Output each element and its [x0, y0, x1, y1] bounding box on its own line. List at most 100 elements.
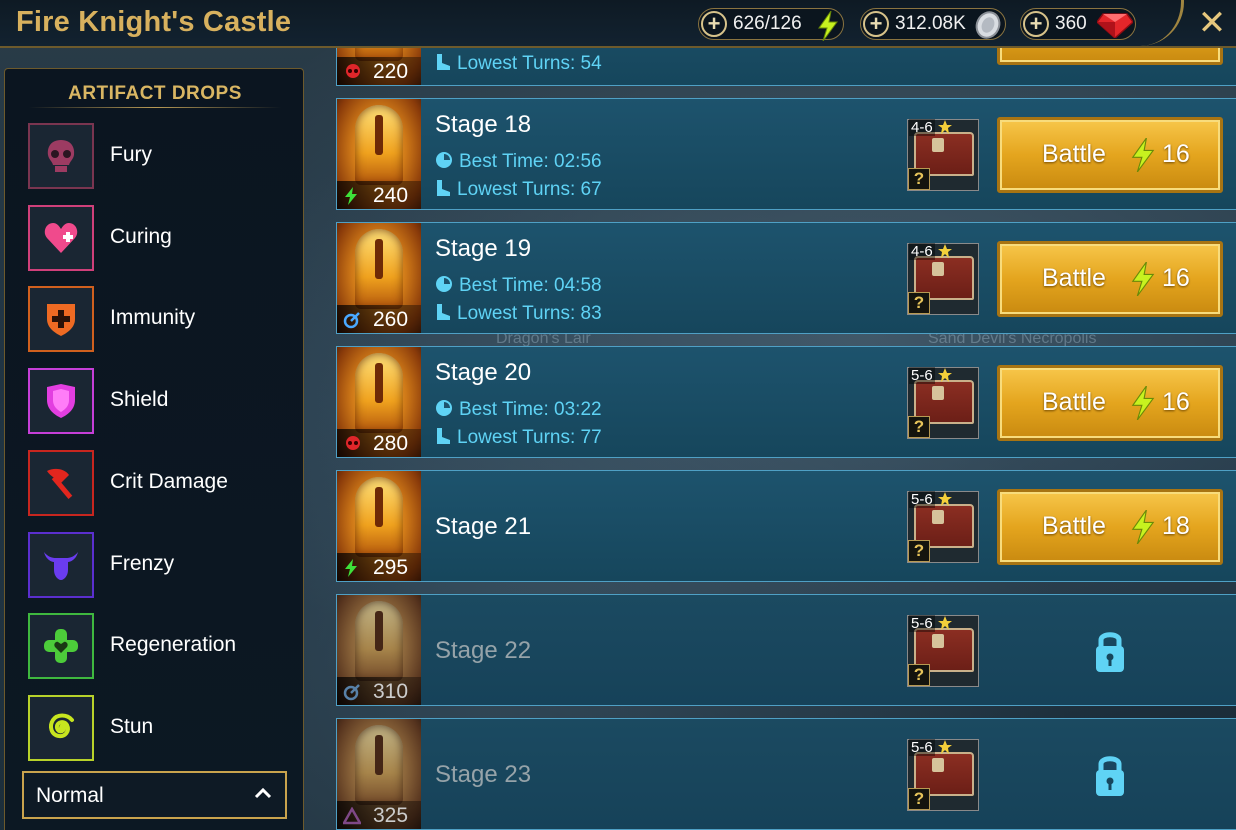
stage-name: Stage 19: [435, 235, 532, 262]
boot-icon: [437, 54, 450, 70]
battle-label: Battle: [1042, 512, 1106, 540]
boss-level: 220: [373, 60, 409, 83]
boss-portrait: 295: [337, 471, 421, 581]
lowest-turns: Lowest Turns: 54: [435, 53, 602, 75]
reward-chest[interactable]: 4-6 ?: [907, 243, 979, 315]
drop-item-crit-damage[interactable]: Crit Damage: [28, 450, 294, 516]
battle-button[interactable]: Battle 16: [997, 365, 1223, 441]
bull-icon: [44, 552, 78, 580]
reward-chest[interactable]: 5-6 ?: [907, 739, 979, 811]
stage-row-22: 310 Stage 22 5-6 ?: [336, 594, 1236, 706]
lowest-turns-text: Lowest Turns: 77: [457, 427, 602, 448]
battle-button[interactable]: Battle 18: [997, 489, 1223, 565]
reward-chest[interactable]: 5-6 ?: [907, 367, 979, 439]
boss-level-badge: 295: [337, 553, 421, 581]
drop-label-frenzy: Frenzy: [110, 552, 175, 575]
immunity-set-box: [28, 286, 94, 352]
energy-counter[interactable]: + 626/126: [698, 8, 844, 41]
star-icon: [938, 368, 952, 382]
reward-chest[interactable]: 5-6 ?: [907, 615, 979, 687]
question-mark-icon: ?: [908, 540, 930, 562]
stun-set-box: [28, 695, 94, 761]
boss-portrait: 260: [337, 223, 421, 333]
add-gems-button[interactable]: +: [1023, 11, 1049, 37]
boss-level-badge: 240: [337, 181, 421, 209]
drop-label-regeneration: Regeneration: [110, 633, 237, 656]
boss-level-badge: 325: [337, 801, 421, 829]
stage-name: Stage 21: [435, 513, 532, 540]
chevron-up-icon: [254, 787, 272, 799]
energy-cost: 18: [1162, 512, 1190, 540]
stage-name: Stage 22: [435, 637, 532, 664]
difficulty-value: Normal: [36, 784, 104, 807]
boss-level-badge: 280: [337, 429, 421, 457]
difficulty-dropdown[interactable]: Normal: [22, 771, 287, 819]
reward-chest[interactable]: 5-6 ?: [907, 491, 979, 563]
close-button[interactable]: ✕: [1196, 6, 1228, 40]
padlock-icon: [1096, 632, 1124, 672]
boss-portrait: 325: [337, 719, 421, 829]
clock-icon: [436, 400, 452, 416]
drop-item-frenzy[interactable]: Frenzy: [28, 532, 294, 598]
boss-level: 325: [373, 804, 409, 827]
question-mark-icon: ?: [908, 416, 930, 438]
battle-label: Battle: [1042, 264, 1106, 292]
drop-item-immunity[interactable]: Immunity: [28, 286, 294, 352]
drop-label-fury: Fury: [110, 143, 152, 166]
void-skull-icon: [346, 64, 360, 78]
spirit-affinity-icon: [343, 807, 361, 825]
boss-level: 240: [373, 184, 409, 207]
drop-item-fury[interactable]: Fury: [28, 123, 294, 189]
drop-item-stun[interactable]: Stun: [28, 695, 294, 761]
skull-icon: [47, 140, 75, 172]
void-skull-icon: [346, 436, 360, 450]
energy-bolt-icon: [1131, 510, 1155, 544]
silver-counter[interactable]: + 312.08K: [860, 8, 1006, 40]
energy-bolt-icon: [1131, 138, 1155, 172]
shield-icon: [47, 384, 75, 418]
shield-set-box: [28, 368, 94, 434]
star-icon: [938, 492, 952, 506]
boss-portrait: 240: [337, 99, 421, 209]
best-time-text: Best Time: 02:56: [459, 151, 602, 172]
energy-bolt-icon: [1131, 386, 1155, 420]
question-mark-icon: ?: [908, 168, 930, 190]
stage-name: Stage 18: [435, 111, 532, 138]
gems-counter[interactable]: + 360: [1020, 8, 1136, 40]
force-affinity-icon: [345, 559, 357, 577]
artifact-drops-panel: ARTIFACT DROPS Fury Curing Immunity Shie…: [4, 68, 304, 830]
energy-bolt-icon: [818, 11, 838, 41]
reward-rarity: 5-6: [909, 367, 935, 384]
stage-row-18: 240 Stage 18 Best Time: 02:56 Lowest Tur…: [336, 98, 1236, 210]
stage-name: Stage 20: [435, 359, 532, 386]
lowest-turns-text: Lowest Turns: 54: [457, 53, 602, 74]
drop-item-regeneration[interactable]: Regeneration: [28, 613, 294, 679]
add-energy-button[interactable]: +: [701, 11, 727, 37]
question-mark-icon: ?: [908, 292, 930, 314]
reward-rarity: 4-6: [909, 119, 935, 136]
drop-item-shield[interactable]: Shield: [28, 368, 294, 434]
boss-level: 310: [373, 680, 409, 703]
padlock-icon: [1096, 756, 1124, 796]
reward-chest[interactable]: 4-6 ?: [907, 119, 979, 191]
star-icon: [938, 244, 952, 258]
frenzy-set-box: [28, 532, 94, 598]
reward-rarity: 5-6: [909, 491, 935, 508]
magic-affinity-icon: [343, 684, 360, 701]
drop-label-curing: Curing: [110, 225, 172, 248]
drop-label-crit-damage: Crit Damage: [110, 470, 228, 493]
gems-value: 360: [1055, 13, 1087, 34]
header-decoration: [1140, 0, 1184, 46]
best-time-text: Best Time: 03:22: [459, 399, 602, 420]
add-silver-button[interactable]: +: [863, 11, 889, 37]
best-time-text: Best Time: 04:58: [459, 275, 602, 296]
stage-row-21: 295 Stage 21 5-6 ? Battle 18: [336, 470, 1236, 582]
drop-item-curing[interactable]: Curing: [28, 205, 294, 271]
boss-level-badge: 310: [337, 677, 421, 705]
panel-title: ARTIFACT DROPS: [68, 83, 242, 104]
battle-button[interactable]: Battle 16: [997, 241, 1223, 317]
boot-icon: [437, 180, 450, 196]
battle-button[interactable]: Battle 16: [997, 117, 1223, 193]
lowest-turns-text: Lowest Turns: 67: [457, 179, 602, 200]
silver-coin-icon: [975, 11, 1001, 39]
